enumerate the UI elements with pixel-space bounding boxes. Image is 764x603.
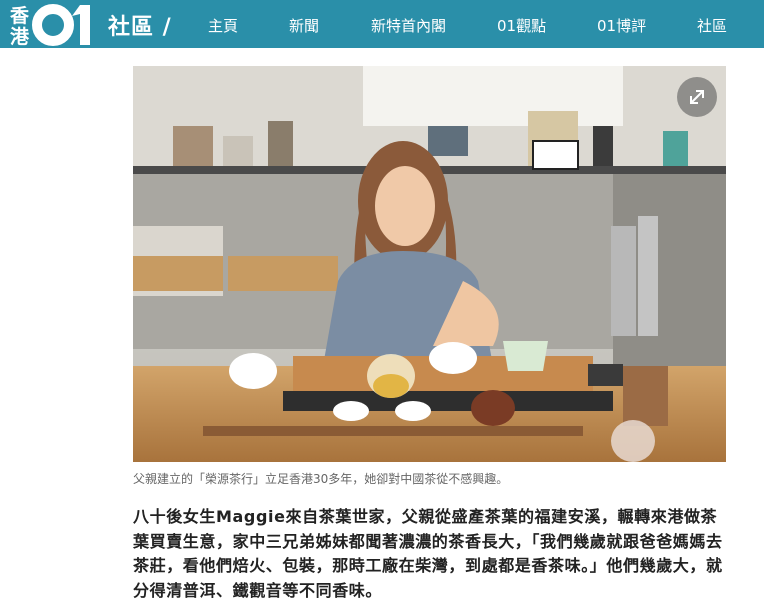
tea-shop-photo-illustration bbox=[133, 66, 726, 462]
hk01-logo[interactable]: 香 港 bbox=[8, 2, 103, 46]
section-title[interactable]: 社區 / bbox=[108, 9, 172, 41]
nav-item-01-blogs[interactable]: 01博評 bbox=[597, 15, 646, 36]
article-photo[interactable] bbox=[133, 66, 726, 462]
logo-char-2: 港 bbox=[10, 26, 30, 46]
nav-item-community[interactable]: 社區 bbox=[697, 15, 727, 36]
nav-item-new-cabinet[interactable]: 新特首內閣 bbox=[371, 15, 446, 36]
expand-arrows-icon bbox=[690, 90, 704, 104]
expand-image-button[interactable] bbox=[677, 77, 717, 117]
nav-item-01-views[interactable]: 01觀點 bbox=[497, 15, 546, 36]
article-paragraph: 八十後女生Maggie來自茶葉世家，父親從盛產茶葉的福建安溪，輾轉來港做茶葉買賣… bbox=[133, 507, 723, 600]
logo-char-1: 香 bbox=[9, 5, 30, 27]
image-caption: 父親建立的「榮源茶行」立足香港30多年，她卻對中國茶從不感興趣。 bbox=[133, 472, 509, 486]
nav-item-news[interactable]: 新聞 bbox=[289, 15, 319, 36]
top-nav-bar: 香 港 社區 / 主頁 新聞 新特首內閣 01觀點 01博評 社區 bbox=[0, 0, 764, 48]
nav-item-home[interactable]: 主頁 bbox=[208, 15, 238, 36]
